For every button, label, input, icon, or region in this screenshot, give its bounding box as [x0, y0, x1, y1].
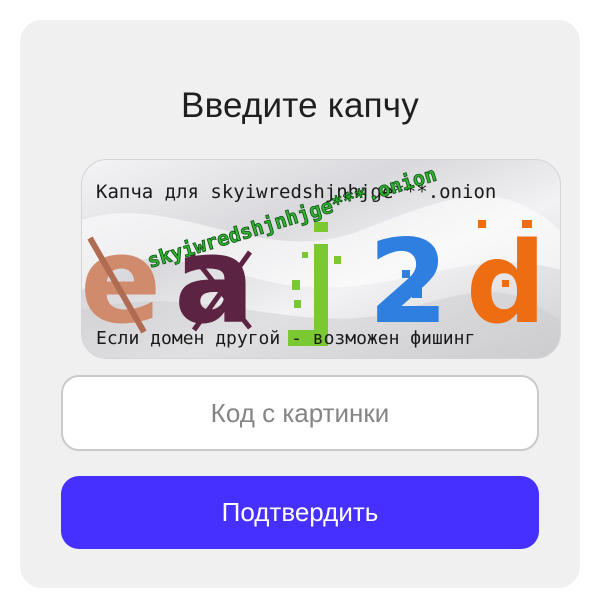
captcha-pixel	[514, 308, 520, 314]
captcha-image: Капча для skyiwredshjnhjge***.onion e a	[81, 159, 561, 359]
captcha-pixel	[314, 222, 328, 232]
captcha-pixel	[302, 252, 308, 258]
captcha-svg: Капча для skyiwredshjnhjge***.onion e a	[82, 160, 560, 358]
submit-button[interactable]: Подтвердить	[61, 476, 539, 549]
captcha-pixel	[412, 288, 422, 298]
captcha-pixel	[334, 256, 341, 264]
captcha-pixel	[492, 262, 498, 268]
page-title: Введите капчу	[181, 86, 419, 125]
captcha-pixel	[478, 220, 486, 228]
captcha-pixel	[502, 280, 509, 287]
captcha-code-input[interactable]	[61, 375, 539, 451]
captcha-bottom-text: Если домен другой - возможен фишинг	[96, 328, 475, 349]
captcha-pixel	[292, 280, 300, 290]
captcha-pixel	[294, 300, 301, 308]
captcha-pixel	[426, 306, 434, 314]
captcha-pixel	[402, 270, 410, 278]
captcha-pixel	[522, 220, 532, 228]
captcha-letter-d: d	[466, 219, 546, 349]
